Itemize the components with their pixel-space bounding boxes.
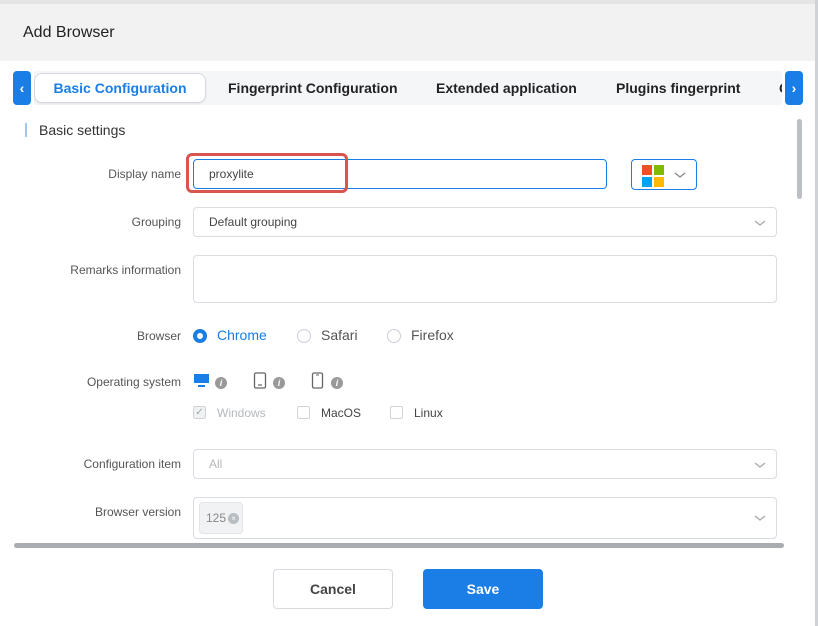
save-button[interactable]: Save <box>423 569 543 609</box>
browser-version-tag-label: 125 <box>206 511 227 525</box>
chevron-down-icon <box>754 220 766 226</box>
tab-scroll-left-button[interactable]: ‹ <box>13 71 31 105</box>
dialog-header: Add Browser <box>0 4 818 61</box>
horizontal-scrollbar[interactable] <box>14 543 784 548</box>
tag-remove-icon[interactable]: × <box>228 513 240 525</box>
chevron-down-icon <box>674 172 686 178</box>
windows-checkbox[interactable]: ✓ <box>193 406 206 419</box>
vertical-scrollbar[interactable] <box>797 119 802 199</box>
grouping-value: Default grouping <box>209 215 298 229</box>
tablet-info-icon[interactable]: i <box>273 377 285 389</box>
grouping-label: Grouping <box>131 215 181 229</box>
tab-bar: ‹ Basic Configuration Fingerprint Config… <box>0 61 815 117</box>
chevron-left-icon: ‹ <box>19 80 25 96</box>
browser-version-tag: 125 × <box>199 502 243 534</box>
cancel-button[interactable]: Cancel <box>273 569 393 609</box>
remarks-textarea[interactable] <box>193 255 777 303</box>
windows-logo-icon <box>642 165 664 187</box>
configuration-item-placeholder: All <box>209 457 223 471</box>
macos-checkbox[interactable] <box>297 406 310 419</box>
desktop-info-icon[interactable]: i <box>215 377 227 389</box>
section-title: Basic settings <box>25 123 125 137</box>
browser-version-select[interactable] <box>193 497 777 539</box>
browser-safari-label[interactable]: Safari <box>321 327 358 343</box>
browser-version-label: Browser version <box>94 505 181 519</box>
browser-firefox-label[interactable]: Firefox <box>411 327 454 343</box>
mobile-info-icon[interactable]: i <box>331 377 343 389</box>
operating-system-label: Operating system <box>86 375 181 389</box>
macos-label: MacOS <box>321 406 362 420</box>
tab-list: Basic Configuration Fingerprint Configur… <box>34 71 782 105</box>
tab-scroll-right-button[interactable]: › <box>785 71 803 105</box>
desktop-icon[interactable] <box>193 373 210 389</box>
tablet-icon[interactable] <box>253 372 267 389</box>
windows-label: Windows <box>217 406 266 420</box>
tab-more[interactable]: C <box>779 71 782 105</box>
display-name-label: Display name <box>108 167 181 181</box>
chevron-down-icon <box>754 462 766 468</box>
browser-chrome-label[interactable]: Chrome <box>217 327 267 343</box>
configuration-item-label: Configuration item <box>83 457 181 471</box>
browser-safari-radio[interactable] <box>297 329 311 343</box>
mobile-icon[interactable] <box>311 372 324 389</box>
remarks-label: Remarks information <box>70 263 181 277</box>
browser-chrome-radio[interactable] <box>193 329 207 343</box>
configuration-item-select[interactable]: All <box>193 449 777 479</box>
linux-label: Linux <box>414 406 443 420</box>
tab-plugins-fingerprint[interactable]: Plugins fingerprint <box>616 71 740 105</box>
tab-extended-application[interactable]: Extended application <box>436 71 577 105</box>
os-platform-select[interactable] <box>631 159 697 190</box>
chevron-down-icon <box>754 515 766 521</box>
browser-label: Browser <box>136 329 181 343</box>
basic-settings-form: Basic settings Display name proxylite Gr… <box>0 117 795 541</box>
linux-checkbox[interactable] <box>390 406 403 419</box>
tab-fingerprint-configuration[interactable]: Fingerprint Configuration <box>228 71 398 105</box>
dialog-title: Add Browser <box>23 24 115 41</box>
highlight-annotation <box>186 153 348 193</box>
tab-basic-configuration[interactable]: Basic Configuration <box>34 73 206 103</box>
grouping-select[interactable]: Default grouping <box>193 207 777 237</box>
browser-firefox-radio[interactable] <box>387 329 401 343</box>
chevron-right-icon: › <box>791 80 797 96</box>
